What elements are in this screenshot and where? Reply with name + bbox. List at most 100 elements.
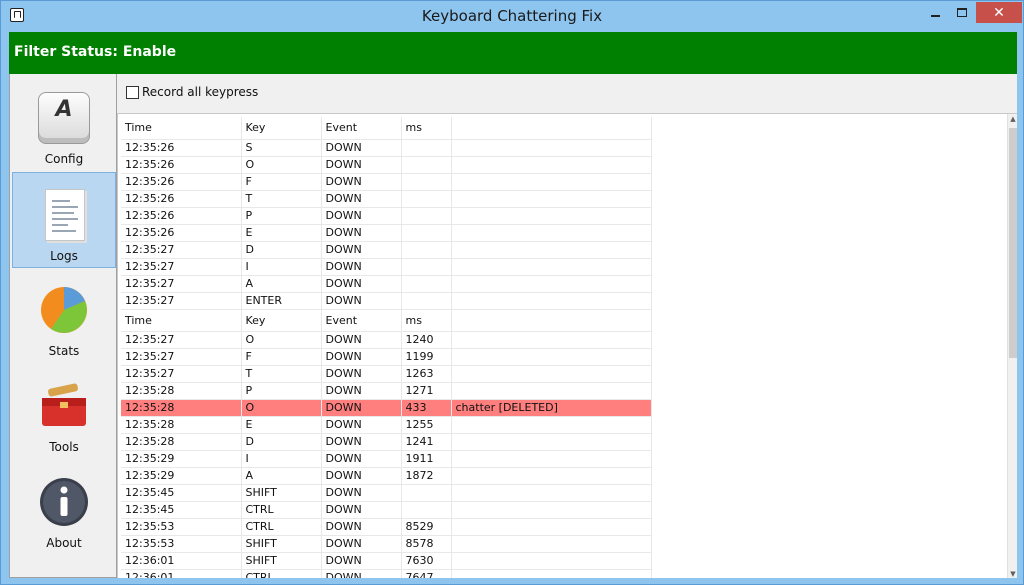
cell-event: DOWN (321, 501, 402, 519)
sidebar-item-label: Tools (49, 440, 79, 454)
cell-note (451, 224, 652, 242)
column-header-event[interactable]: Event (321, 117, 402, 140)
sidebar-item-tools[interactable]: Tools (12, 364, 116, 460)
close-button[interactable]: ✕ (976, 2, 1022, 23)
cell-key: O (241, 156, 322, 174)
sidebar-item-config[interactable]: A Config (12, 76, 116, 172)
sidebar-item-stats[interactable]: Stats (12, 268, 116, 364)
cell-ms (401, 207, 452, 225)
cell-event: DOWN (321, 484, 402, 502)
table-row[interactable]: 12:35:27 I DOWN (121, 258, 652, 276)
cell-ms (401, 156, 452, 174)
cell-event: DOWN (321, 156, 402, 174)
table-row[interactable]: 12:36:01 SHIFT DOWN 7630 (121, 552, 652, 570)
cell-note (451, 365, 652, 383)
table-row[interactable]: 12:35:26 F DOWN (121, 173, 652, 191)
cell-time: 12:35:27 (121, 348, 242, 366)
table-row[interactable]: 12:35:29 A DOWN 1872 (121, 467, 652, 485)
main-content: A Config Logs Stats Tools About Record a… (9, 74, 1017, 578)
cell-ms: 433 (401, 399, 452, 417)
column-header-time[interactable]: Time (121, 117, 242, 140)
table-row[interactable]: 12:35:27 A DOWN (121, 275, 652, 293)
table-row[interactable]: 12:35:26 E DOWN (121, 224, 652, 242)
table-row[interactable]: 12:35:27 D DOWN (121, 241, 652, 259)
cell-ms (401, 484, 452, 502)
cell-note (451, 382, 652, 400)
log-grid[interactable]: Time Key Event ms 12:35:26 S DOWN 12:35:26 O DOWN… (117, 113, 1017, 578)
document-icon (45, 189, 85, 241)
column-header-note (451, 117, 652, 140)
app-window: Keyboard Chattering Fix ✕ Filter Status:… (0, 0, 1024, 585)
keyboard-key-icon: A (38, 92, 90, 144)
column-header-time[interactable]: Time (121, 309, 242, 332)
table-row[interactable]: 12:35:28 E DOWN 1255 (121, 416, 652, 434)
table-row[interactable]: 12:35:28 P DOWN 1271 (121, 382, 652, 400)
cell-ms: 8578 (401, 535, 452, 553)
scroll-thumb[interactable] (1009, 128, 1017, 358)
vertical-scrollbar[interactable]: ▲ ▼ (1007, 114, 1017, 578)
cell-ms: 1199 (401, 348, 452, 366)
cell-event: DOWN (321, 331, 402, 349)
column-header-ms[interactable]: ms (401, 309, 452, 332)
cell-ms (401, 190, 452, 208)
cell-event: DOWN (321, 207, 402, 225)
column-header-ms[interactable]: ms (401, 117, 452, 140)
maximize-button[interactable] (949, 2, 975, 23)
cell-note (451, 207, 652, 225)
minimize-button[interactable] (922, 2, 949, 23)
table-row[interactable]: 12:35:45 SHIFT DOWN (121, 484, 652, 502)
cell-time: 12:35:27 (121, 292, 242, 310)
cell-ms (401, 292, 452, 310)
table-row[interactable]: 12:35:26 S DOWN (121, 139, 652, 157)
cell-note (451, 569, 652, 578)
table-row[interactable]: 12:35:27 O DOWN 1240 (121, 331, 652, 349)
minimize-icon (931, 14, 940, 17)
table-row[interactable]: 12:35:29 I DOWN 1911 (121, 450, 652, 468)
window-title: Keyboard Chattering Fix (421, 7, 603, 25)
table-row[interactable]: 12:35:26 P DOWN (121, 207, 652, 225)
cell-ms (401, 501, 452, 519)
cell-ms: 7630 (401, 552, 452, 570)
table-row[interactable]: 12:35:45 CTRL DOWN (121, 501, 652, 519)
column-header-key[interactable]: Key (241, 117, 322, 140)
column-header-key[interactable]: Key (241, 309, 322, 332)
sidebar-item-label: Stats (48, 344, 80, 358)
record-all-checkbox-row[interactable]: Record all keypress (126, 84, 258, 100)
cell-time: 12:35:53 (121, 518, 242, 536)
sidebar-item-about[interactable]: About (12, 460, 116, 556)
sidebar-item-logs[interactable]: Logs (12, 172, 116, 268)
cell-key: S (241, 139, 322, 157)
cell-time: 12:35:28 (121, 399, 242, 417)
cell-event: DOWN (321, 224, 402, 242)
cell-key: CTRL (241, 569, 322, 578)
table-row[interactable]: 12:36:01 CTRL DOWN 7647 (121, 569, 652, 578)
table-row[interactable]: 12:35:28 O DOWN 433 chatter [DELETED] (121, 399, 652, 417)
table-row[interactable]: 12:35:28 D DOWN 1241 (121, 433, 652, 451)
cell-time: 12:35:29 (121, 450, 242, 468)
table-row[interactable]: 12:35:27 F DOWN 1199 (121, 348, 652, 366)
cell-note (451, 467, 652, 485)
record-all-checkbox[interactable] (126, 85, 139, 99)
scroll-up-icon[interactable]: ▲ (1008, 114, 1017, 124)
cell-time: 12:35:29 (121, 467, 242, 485)
filter-status-text: Filter Status: Enable (14, 44, 177, 60)
cell-key: O (241, 399, 322, 417)
table-row[interactable]: 12:35:53 SHIFT DOWN 8578 (121, 535, 652, 553)
table-row[interactable]: 12:35:27 ENTER DOWN (121, 292, 652, 310)
cell-event: DOWN (321, 241, 402, 259)
cell-key: P (241, 207, 322, 225)
table-row[interactable]: 12:35:27 T DOWN 1263 (121, 365, 652, 383)
table-row[interactable]: 12:35:26 O DOWN (121, 156, 652, 174)
cell-key: E (241, 224, 322, 242)
pie-chart-icon (41, 287, 87, 333)
scroll-down-icon[interactable]: ▼ (1008, 569, 1017, 578)
cell-ms (401, 258, 452, 276)
table-row[interactable]: 12:35:53 CTRL DOWN 8529 (121, 518, 652, 536)
cell-key: T (241, 190, 322, 208)
cell-event: DOWN (321, 275, 402, 293)
cell-key: O (241, 331, 322, 349)
table-row[interactable]: 12:35:26 T DOWN (121, 190, 652, 208)
column-header-event[interactable]: Event (321, 309, 402, 332)
title-bar[interactable]: Keyboard Chattering Fix ✕ (1, 1, 1023, 31)
column-header-note (451, 309, 652, 332)
